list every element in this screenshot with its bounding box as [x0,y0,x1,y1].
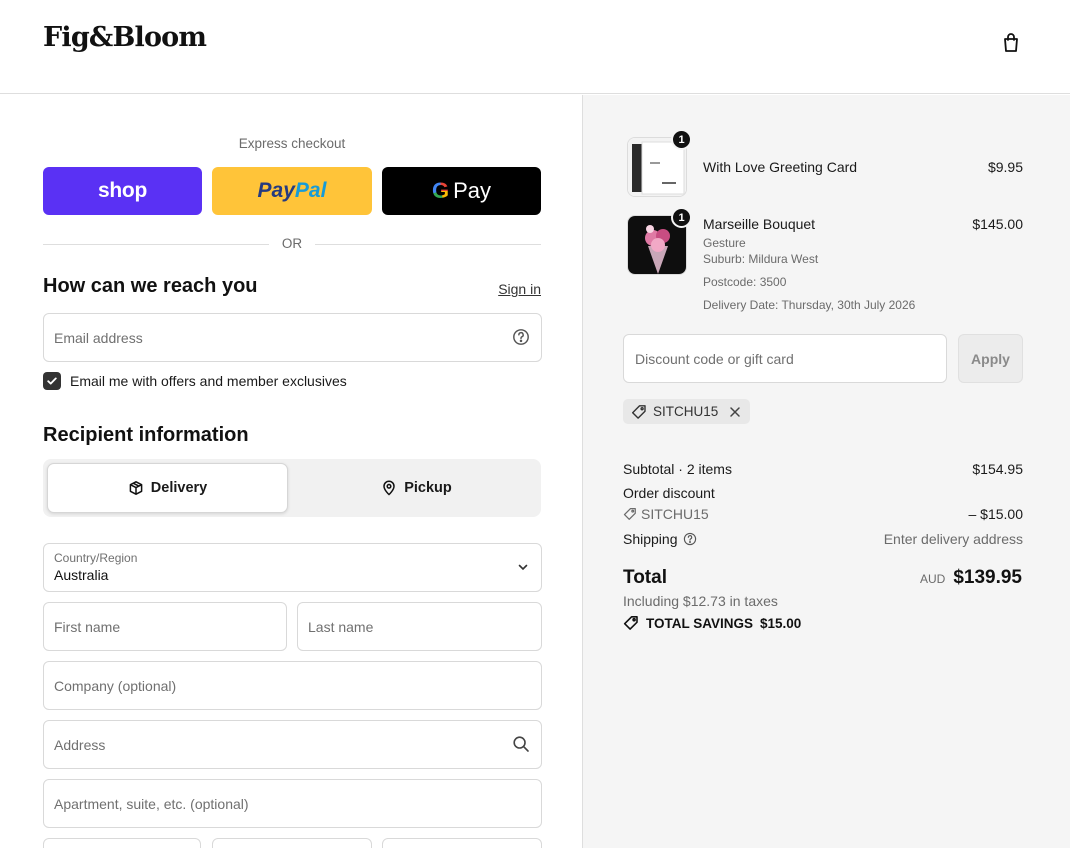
company-placeholder: Company (optional) [54,678,177,694]
tag-icon [623,507,636,520]
shipping-label: Shipping [623,531,678,547]
paypal-button[interactable]: Pay Pal [212,167,372,215]
checkout-form-column: Express checkout shop Pay Pal G Pay OR Ho… [0,95,582,848]
tag-icon [632,404,646,419]
shop-pay-button[interactable]: shop [43,167,202,215]
subtotal-value: $154.95 [972,461,1023,477]
total-savings: TOTAL SAVINGS $15.00 [623,615,801,631]
marketing-optin[interactable]: Email me with offers and member exclusiv… [43,372,347,390]
tab-delivery-label: Delivery [150,480,208,496]
discount-placeholder: Discount code or gift card [635,351,794,367]
address-field[interactable]: Address [43,720,542,769]
marketing-label: Email me with offers and member exclusiv… [70,373,347,389]
savings-label: TOTAL SAVINGS [646,615,754,631]
line-item: 1 Marseille Bouquet $145.00 Gesture Subu… [623,207,1023,315]
applied-code-chip: SITCHU15 [623,399,751,424]
item-name: Marseille Bouquet [703,216,816,232]
first-name-placeholder: First name [54,619,121,635]
item-postcode: Postcode: 3500 [703,275,787,289]
item-suburb: Suburb: Mildura West [703,252,819,266]
express-checkout-title: Express checkout [238,136,346,151]
site-header: Fig&Bloom [0,0,1070,94]
total-label: Total [623,567,667,588]
quantity-badge: 1 [671,129,692,150]
paypal-label-pay: Pay [257,179,295,202]
brand-logo[interactable]: Fig&Bloom [43,22,207,53]
country-label: Country/Region [54,551,138,565]
total-amount: AUD $139.95 [920,567,1022,589]
discount-code-row: SITCHU15 – $15.00 [623,506,1023,524]
applied-code-label: SITCHU15 [653,404,719,419]
company-field[interactable]: Company (optional) [43,661,542,710]
country-value: Australia [54,567,109,583]
item-price: $145.00 [972,216,1023,232]
city-field[interactable] [43,838,201,848]
paypal-label-pal: Pal [294,179,327,202]
address-placeholder: Address [54,737,106,753]
line-item: 1 With Love Greeting Card $9.95 [623,129,1023,201]
postcode-field[interactable] [382,838,542,848]
google-pay-label: Pay [453,178,492,203]
state-field[interactable] [212,838,372,848]
location-pin-icon [383,480,395,496]
order-discount-label: Order discount [623,485,715,501]
first-name-field[interactable]: First name [43,602,287,651]
close-icon[interactable] [728,405,742,419]
subtotal-row: Subtotal · 2 items $154.95 [623,461,1023,479]
google-pay-button[interactable]: G Pay [382,167,541,215]
help-circle-icon[interactable] [683,532,697,546]
shopping-bag-icon[interactable] [999,31,1023,55]
savings-value: $15.00 [760,615,802,631]
delivery-method-tabs: Delivery Pickup [43,459,541,517]
subtotal-label: Subtotal · 2 items [623,461,732,477]
email-placeholder: Email address [54,330,143,346]
country-select[interactable]: Country/Region Australia [43,543,542,592]
discount-code-input[interactable]: Discount code or gift card [623,334,947,383]
shipping-row: Shipping Enter delivery address [623,531,1023,549]
item-delivery-date: Delivery Date: Thursday, 30th July 2026 [703,298,916,312]
contact-heading: How can we reach you [43,275,258,297]
apartment-field[interactable]: Apartment, suite, etc. (optional) [43,779,542,828]
item-name: With Love Greeting Card [703,159,858,175]
shipping-value: Enter delivery address [883,531,1023,547]
checkmark-icon [47,377,57,385]
google-g-icon: G [431,178,450,203]
order-summary-column: 1 With Love Greeting Card $9.95 1 Marsei… [582,95,1070,848]
box-icon [129,481,143,495]
order-discount-row: Order discount [623,485,1023,503]
tax-line: Including $12.73 in taxes [623,593,778,609]
tag-icon [623,616,638,630]
total-value: $139.95 [953,567,1022,588]
search-icon[interactable] [512,735,530,753]
last-name-field[interactable]: Last name [297,602,542,651]
apply-discount-button[interactable]: Apply [958,334,1023,383]
shop-pay-label: shop [98,179,147,202]
apartment-placeholder: Apartment, suite, etc. (optional) [54,796,249,812]
tab-pickup[interactable]: Pickup [296,463,537,513]
tab-delivery[interactable]: Delivery [47,463,288,513]
chevron-down-icon [518,564,528,571]
marketing-checkbox[interactable] [43,372,61,390]
discount-code-label: SITCHU15 [641,506,709,522]
or-divider: OR [43,236,541,252]
quantity-badge: 1 [671,207,692,228]
recipient-heading: Recipient information [43,424,249,446]
last-name-placeholder: Last name [308,619,374,635]
currency-code: AUD [919,572,946,586]
tab-pickup-label: Pickup [404,480,452,496]
help-circle-icon[interactable] [512,328,530,346]
discount-value: – $15.00 [968,506,1024,522]
item-price: $9.95 [987,159,1023,175]
email-field[interactable]: Email address [43,313,542,362]
sign-in-link[interactable]: Sign in [498,281,541,297]
or-label: OR [281,236,303,251]
item-variant: Gesture [703,236,746,250]
